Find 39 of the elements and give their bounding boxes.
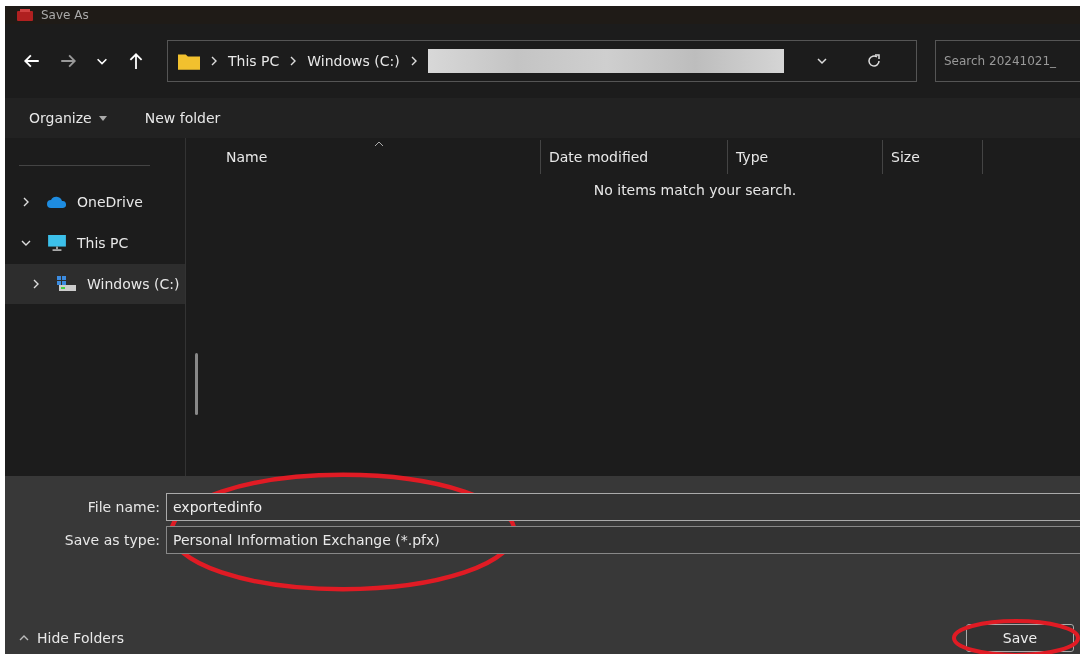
up-arrow-icon[interactable] [127, 52, 145, 70]
chevron-right-icon[interactable] [21, 197, 31, 207]
column-header[interactable]: Date modified [541, 140, 728, 174]
caret-down-icon [98, 115, 107, 121]
address-bar[interactable]: This PC Windows (C:) [167, 40, 917, 82]
scrollbar[interactable] [195, 353, 198, 415]
drive-icon [57, 276, 77, 292]
chevron-right-icon[interactable] [211, 56, 217, 66]
folder-icon [178, 52, 200, 70]
empty-message: No items match your search. [592, 182, 798, 198]
sidebar-item[interactable]: OneDrive [5, 182, 185, 222]
chevron-right-icon[interactable] [31, 279, 41, 289]
hide-folders-button[interactable]: Hide Folders [5, 626, 138, 650]
breadcrumb[interactable]: Windows (C:) [307, 53, 400, 69]
sidebar-item[interactable]: Windows (C:) [5, 264, 185, 304]
back-icon[interactable] [23, 52, 41, 70]
breadcrumb[interactable]: This PC [228, 53, 280, 69]
column-header[interactable]: Type [728, 140, 883, 174]
search-field[interactable]: Search 20241021_ [935, 40, 1080, 82]
column-header[interactable]: Size [883, 140, 983, 174]
file-type-dropdown[interactable]: Personal Information Exchange (*.pfx) [166, 525, 1080, 554]
chevron-up-icon [19, 635, 29, 641]
monitor-icon [47, 235, 67, 251]
chevron-right-icon[interactable] [290, 56, 297, 66]
column-header[interactable]: Name [186, 140, 541, 174]
refresh-icon[interactable] [865, 53, 882, 69]
field-label: Save as type: [63, 531, 161, 548]
cloud-icon [47, 194, 67, 210]
organize-button[interactable]: Organize [19, 106, 117, 130]
chevron-down-icon[interactable] [21, 238, 31, 248]
file-name-field[interactable]: exportedinfo [166, 492, 1080, 521]
app-icon [17, 9, 33, 21]
sidebar-item[interactable]: This PC [5, 223, 185, 263]
forward-icon[interactable] [59, 52, 77, 70]
sort-caret-icon [374, 141, 384, 147]
window-title: Save As [41, 8, 89, 22]
new-folder-button[interactable]: New folder [134, 106, 231, 130]
field-label: File name: [86, 498, 161, 515]
chevron-right-icon[interactable] [410, 56, 417, 66]
